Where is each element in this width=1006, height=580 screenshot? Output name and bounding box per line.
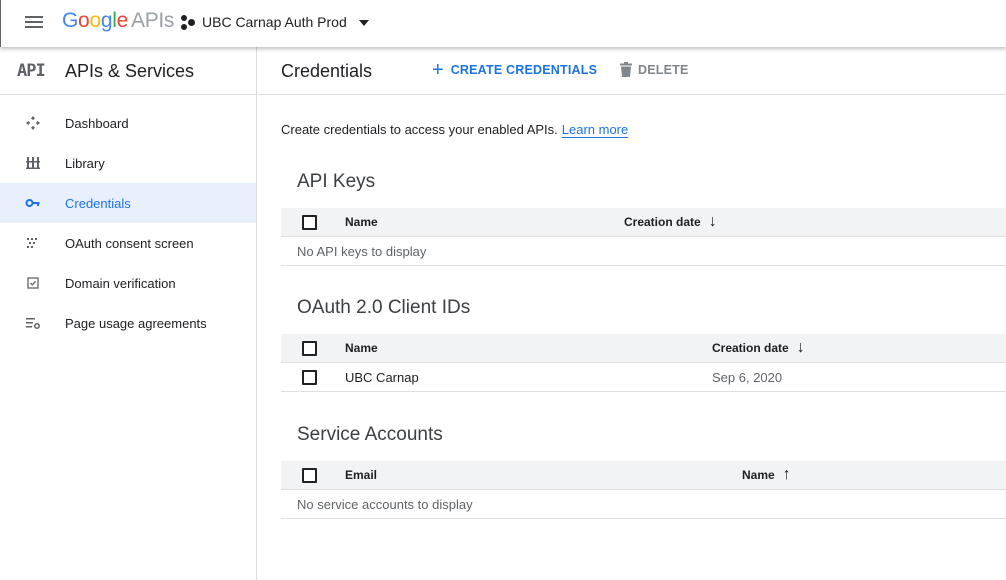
arrow-down-icon: ↓ xyxy=(796,339,805,356)
sidebar-item-label: Dashboard xyxy=(65,115,129,131)
sidebar-header: API APIs & Services xyxy=(0,47,256,95)
plus-icon: + xyxy=(432,59,444,81)
chevron-down-icon xyxy=(358,20,369,26)
table-row[interactable]: UBC Carnap Sep 6, 2020 xyxy=(281,363,1006,392)
sidebar-item-label: OAuth consent screen xyxy=(65,235,194,251)
sidebar-item-label: Domain verification xyxy=(65,275,176,291)
main-content: Credentials + CREATE CREDENTIALS DELETE … xyxy=(258,47,1006,580)
oauth-title: OAuth 2.0 Client IDs xyxy=(297,297,471,318)
project-name: UBC Carnap Auth Prod xyxy=(202,14,347,30)
settings-list-icon xyxy=(26,318,40,329)
column-header-creation-date[interactable]: Creation date ↓ xyxy=(624,213,717,230)
intro-text: Create credentials to access your enable… xyxy=(281,122,629,138)
column-header-name[interactable]: Name xyxy=(345,215,378,229)
table-header: Name Creation date ↓ xyxy=(281,334,1006,363)
row-checkbox[interactable] xyxy=(302,370,317,385)
service-accounts-table: Email Name ↑ No service accounts to displ… xyxy=(281,461,1006,519)
project-icon xyxy=(181,14,195,30)
sidebar-item-page-usage[interactable]: Page usage agreements xyxy=(0,303,256,343)
sidebar-item-library[interactable]: Library xyxy=(0,143,256,183)
api-keys-table: Name Creation date ↓ No API keys to displ… xyxy=(281,208,1006,266)
sidebar: API APIs & Services Dashboard Library Cr… xyxy=(0,47,257,580)
arrow-down-icon: ↓ xyxy=(708,213,717,230)
dashboard-icon xyxy=(26,116,40,130)
top-bar: Google APIs UBC Carnap Auth Prod xyxy=(0,0,1006,47)
key-icon xyxy=(25,199,40,207)
sidebar-item-label: Page usage agreements xyxy=(65,315,207,331)
arrow-up-icon: ↑ xyxy=(782,466,791,483)
sidebar-title: APIs & Services xyxy=(65,61,195,81)
empty-row: No service accounts to display xyxy=(281,490,1006,519)
empty-message: No API keys to display xyxy=(297,244,427,259)
sidebar-item-credentials[interactable]: Credentials xyxy=(0,183,256,223)
select-all-checkbox[interactable] xyxy=(302,341,317,356)
client-name[interactable]: UBC Carnap xyxy=(345,370,419,385)
service-accounts-title: Service Accounts xyxy=(297,424,443,445)
consent-icon xyxy=(27,238,37,248)
table-header: Name Creation date ↓ xyxy=(281,208,1006,237)
sidebar-item-label: Credentials xyxy=(65,195,131,211)
menu-icon[interactable] xyxy=(25,15,43,29)
api-icon: API xyxy=(17,61,46,81)
sidebar-item-label: Library xyxy=(65,155,105,171)
column-header-name[interactable]: Name ↑ xyxy=(742,466,791,483)
sidebar-item-oauth-consent[interactable]: OAuth consent screen xyxy=(0,223,256,263)
learn-more-link[interactable]: Learn more xyxy=(561,122,629,138)
column-header-creation-date[interactable]: Creation date ↓ xyxy=(712,339,805,356)
empty-message: No service accounts to display xyxy=(297,497,473,512)
delete-button[interactable]: DELETE xyxy=(620,62,689,77)
google-apis-logo[interactable]: Google APIs xyxy=(62,9,174,33)
page-title: Credentials xyxy=(281,61,373,81)
oauth-table: Name Creation date ↓ UBC Carnap Sep 6, 20… xyxy=(281,334,1006,392)
select-all-checkbox[interactable] xyxy=(302,468,317,483)
table-header: Email Name ↑ xyxy=(281,461,1006,490)
page-header: Credentials + CREATE CREDENTIALS DELETE xyxy=(258,47,1006,95)
create-credentials-button[interactable]: + CREATE CREDENTIALS xyxy=(432,59,597,81)
project-selector[interactable]: UBC Carnap Auth Prod xyxy=(181,14,369,30)
api-keys-title: API Keys xyxy=(297,171,376,192)
creation-date: Sep 6, 2020 xyxy=(712,370,783,385)
trash-icon xyxy=(620,62,632,77)
domain-verification-icon xyxy=(27,277,39,289)
sidebar-item-dashboard[interactable]: Dashboard xyxy=(0,103,256,143)
library-icon xyxy=(26,157,40,169)
select-all-checkbox[interactable] xyxy=(302,215,317,230)
sidebar-item-domain-verification[interactable]: Domain verification xyxy=(0,263,256,303)
column-header-email[interactable]: Email xyxy=(345,468,377,482)
empty-row: No API keys to display xyxy=(281,237,1006,266)
column-header-name[interactable]: Name xyxy=(345,341,378,355)
